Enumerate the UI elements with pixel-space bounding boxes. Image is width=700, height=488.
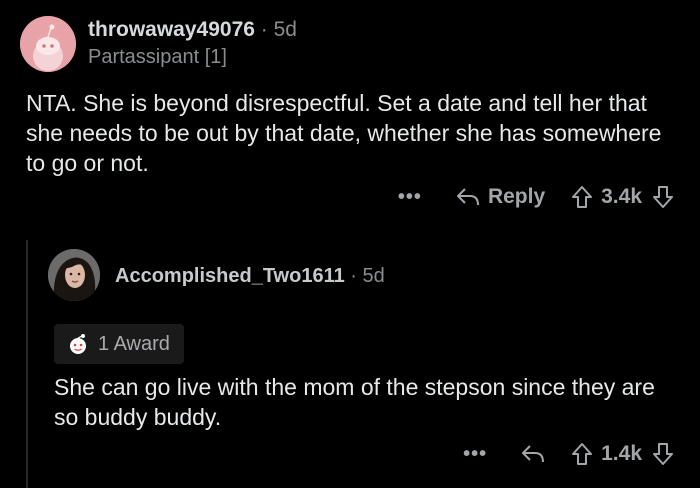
award-label: 1 Award bbox=[98, 332, 170, 355]
comment-age: 5d bbox=[362, 265, 385, 287]
meta-separator: · bbox=[260, 18, 268, 41]
reply-arrow-icon[interactable] bbox=[521, 443, 545, 465]
reply-author: Accomplished_Two1611 · 5d bbox=[115, 265, 385, 288]
comment-author: throwaway49076 · 5d bbox=[88, 18, 297, 42]
award-badge[interactable]: 1 Award bbox=[54, 324, 184, 364]
user-flair: Partassipant [1] bbox=[88, 46, 227, 68]
more-options-button[interactable]: ••• bbox=[398, 186, 422, 209]
comment-body: NTA. She is beyond disrespectful. Set a … bbox=[26, 90, 662, 176]
upvote-arrow-icon[interactable] bbox=[571, 442, 593, 466]
vote-count: 3.4k bbox=[601, 185, 642, 208]
downvote-arrow-icon[interactable] bbox=[652, 185, 674, 209]
comment-thread: throwaway49076 · 5d Partassipant [1] NTA… bbox=[0, 0, 700, 488]
thread-line[interactable] bbox=[26, 240, 28, 488]
snoo-avatar-icon[interactable] bbox=[20, 16, 76, 72]
upvote-arrow-icon[interactable] bbox=[571, 185, 593, 209]
more-options-button[interactable]: ••• bbox=[463, 443, 487, 466]
reply-body: She can go live with the mom of the step… bbox=[54, 374, 655, 430]
user-portrait-avatar[interactable] bbox=[48, 249, 100, 301]
meta-separator: · bbox=[350, 265, 357, 287]
username[interactable]: throwaway49076 bbox=[88, 18, 255, 41]
vote-count: 1.4k bbox=[601, 442, 642, 465]
username[interactable]: Accomplished_Two1611 bbox=[115, 265, 345, 287]
reply-actions: ••• 1.4k bbox=[463, 442, 674, 466]
reply-arrow-icon[interactable] bbox=[456, 186, 480, 208]
comment-actions: ••• Reply 3.4k bbox=[398, 185, 674, 209]
reply-button[interactable]: Reply bbox=[488, 185, 545, 209]
downvote-arrow-icon[interactable] bbox=[652, 442, 674, 466]
award-icon bbox=[66, 332, 90, 356]
comment-age: 5d bbox=[273, 18, 297, 41]
